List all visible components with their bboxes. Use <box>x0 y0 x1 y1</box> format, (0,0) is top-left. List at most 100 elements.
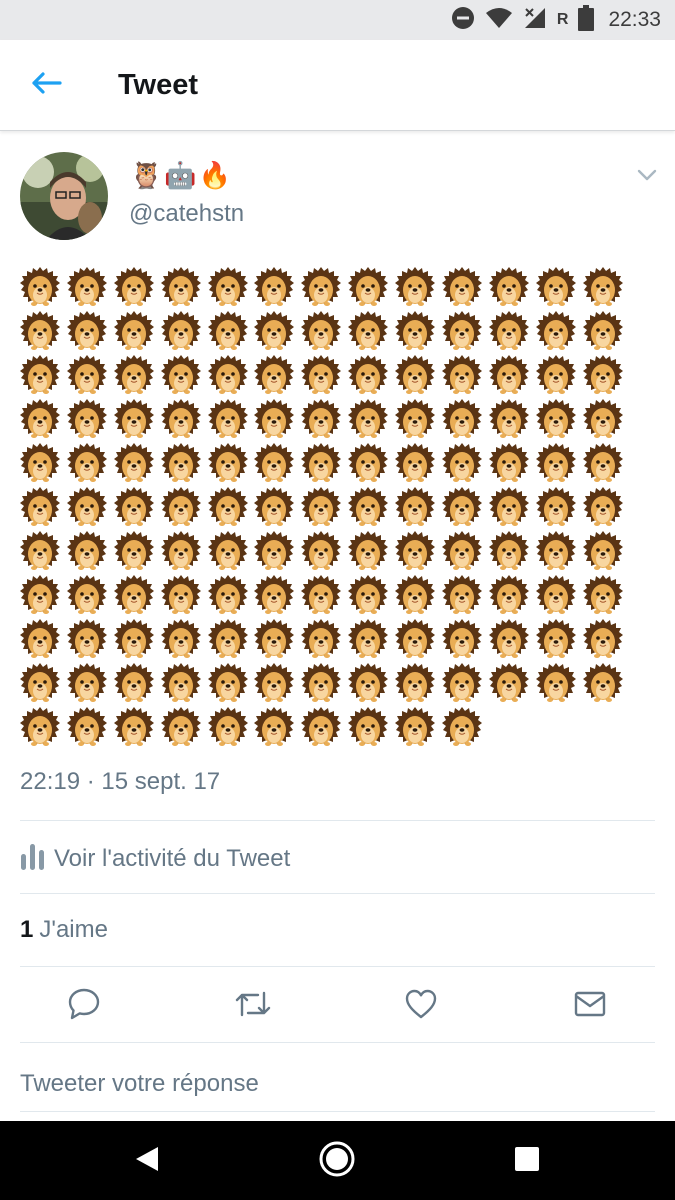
hedgehog-emoji <box>535 530 576 572</box>
hedgehog-emoji <box>535 354 576 396</box>
hedgehog-emoji <box>488 618 529 660</box>
hedgehog-emoji <box>160 530 201 572</box>
hedgehog-emoji <box>207 442 248 484</box>
hedgehog-emoji <box>442 310 483 352</box>
hedgehog-emoji <box>488 354 529 396</box>
battery-icon <box>578 4 595 36</box>
hedgehog-emoji <box>348 706 389 748</box>
hedgehog-emoji <box>301 398 342 440</box>
hedgehog-emoji <box>442 662 483 704</box>
signal-icon <box>523 6 547 35</box>
hedgehog-emoji <box>113 618 154 660</box>
hedgehog-emoji <box>395 574 436 616</box>
hedgehog-emoji <box>395 530 436 572</box>
hedgehog-emoji <box>113 530 154 572</box>
hedgehog-emoji <box>348 398 389 440</box>
hedgehog-emoji <box>254 310 295 352</box>
author-handle[interactable]: @catehstn <box>129 200 244 228</box>
hedgehog-emoji <box>395 486 436 528</box>
hedgehog-emoji <box>442 574 483 616</box>
hedgehog-emoji <box>66 662 107 704</box>
system-nav-bar <box>0 1121 675 1200</box>
hedgehog-emoji <box>488 662 529 704</box>
overview-square-icon <box>514 1146 540 1177</box>
hedgehog-emoji <box>207 530 248 572</box>
status-time: 22:33 <box>608 8 661 31</box>
hedgehog-emoji <box>442 398 483 440</box>
tweet-timestamp[interactable]: 22:19 · 15 sept. 17 <box>20 768 220 796</box>
system-overview-button[interactable] <box>505 1139 549 1183</box>
hedgehog-emoji <box>535 662 576 704</box>
retweet-button[interactable] <box>233 986 273 1026</box>
hedgehog-emoji <box>488 310 529 352</box>
hedgehog-emoji <box>442 354 483 396</box>
divider <box>20 966 655 967</box>
hedgehog-emoji <box>488 398 529 440</box>
hedgehog-emoji <box>66 398 107 440</box>
app-bar: Tweet <box>0 40 675 131</box>
hedgehog-emoji <box>582 266 623 308</box>
hedgehog-emoji <box>160 266 201 308</box>
hedgehog-emoji <box>301 354 342 396</box>
status-bar: R 22:33 <box>0 0 675 40</box>
likes-summary[interactable]: 1 J'aime <box>20 916 108 944</box>
hedgehog-emoji <box>20 618 60 660</box>
do-not-disturb-icon <box>451 6 475 35</box>
like-button[interactable] <box>401 986 441 1026</box>
hedgehog-emoji <box>113 310 154 352</box>
hedgehog-emoji <box>348 618 389 660</box>
back-button[interactable] <box>22 61 70 109</box>
hedgehog-emoji <box>66 310 107 352</box>
hedgehog-emoji <box>488 530 529 572</box>
tweet-activity-link[interactable]: Voir l'activité du Tweet <box>20 842 290 875</box>
hedgehog-emoji <box>113 574 154 616</box>
hedgehog-emoji <box>488 486 529 528</box>
heart-icon <box>404 988 438 1025</box>
hedgehog-emoji <box>66 574 107 616</box>
hedgehog-emoji <box>254 574 295 616</box>
hedgehog-emoji <box>254 398 295 440</box>
hedgehog-emoji <box>582 486 623 528</box>
hedgehog-emoji <box>207 662 248 704</box>
hedgehog-emoji <box>113 486 154 528</box>
reply-input[interactable] <box>20 1064 655 1104</box>
hedgehog-emoji <box>348 354 389 396</box>
tweet-options-button[interactable] <box>632 162 662 192</box>
hedgehog-emoji <box>113 398 154 440</box>
direct-message-button[interactable] <box>570 986 610 1026</box>
divider <box>20 1111 655 1112</box>
hedgehog-emoji <box>348 310 389 352</box>
wifi-icon <box>485 7 513 34</box>
hedgehog-emoji <box>395 266 436 308</box>
hedgehog-emoji <box>301 486 342 528</box>
hedgehog-emoji <box>160 398 201 440</box>
system-back-button[interactable] <box>125 1139 169 1183</box>
tweet-activity-label: Voir l'activité du Tweet <box>54 844 291 872</box>
divider <box>20 893 655 894</box>
hedgehog-emoji <box>301 442 342 484</box>
hedgehog-emoji <box>301 310 342 352</box>
home-circle-icon <box>318 1140 356 1183</box>
hedgehog-emoji <box>207 486 248 528</box>
avatar[interactable] <box>20 152 108 240</box>
hedgehog-emoji <box>582 618 623 660</box>
hedgehog-emoji <box>442 530 483 572</box>
hedgehog-emoji <box>66 530 107 572</box>
hedgehog-emoji <box>113 354 154 396</box>
hedgehog-emoji <box>207 398 248 440</box>
hedgehog-emoji <box>66 442 107 484</box>
system-home-button[interactable] <box>315 1139 359 1183</box>
hedgehog-emoji <box>301 618 342 660</box>
hedgehog-emoji <box>301 706 342 748</box>
hedgehog-emoji <box>160 574 201 616</box>
hedgehog-emoji <box>160 442 201 484</box>
hedgehog-emoji <box>254 662 295 704</box>
hedgehog-emoji <box>442 486 483 528</box>
reply-button[interactable] <box>64 986 104 1026</box>
hedgehog-emoji <box>442 266 483 308</box>
author-display-name[interactable]: 🦉🤖🔥 <box>130 160 233 191</box>
divider <box>20 1042 655 1043</box>
hedgehog-emoji <box>113 266 154 308</box>
hedgehog-emoji <box>395 662 436 704</box>
hedgehog-emoji <box>395 706 436 748</box>
